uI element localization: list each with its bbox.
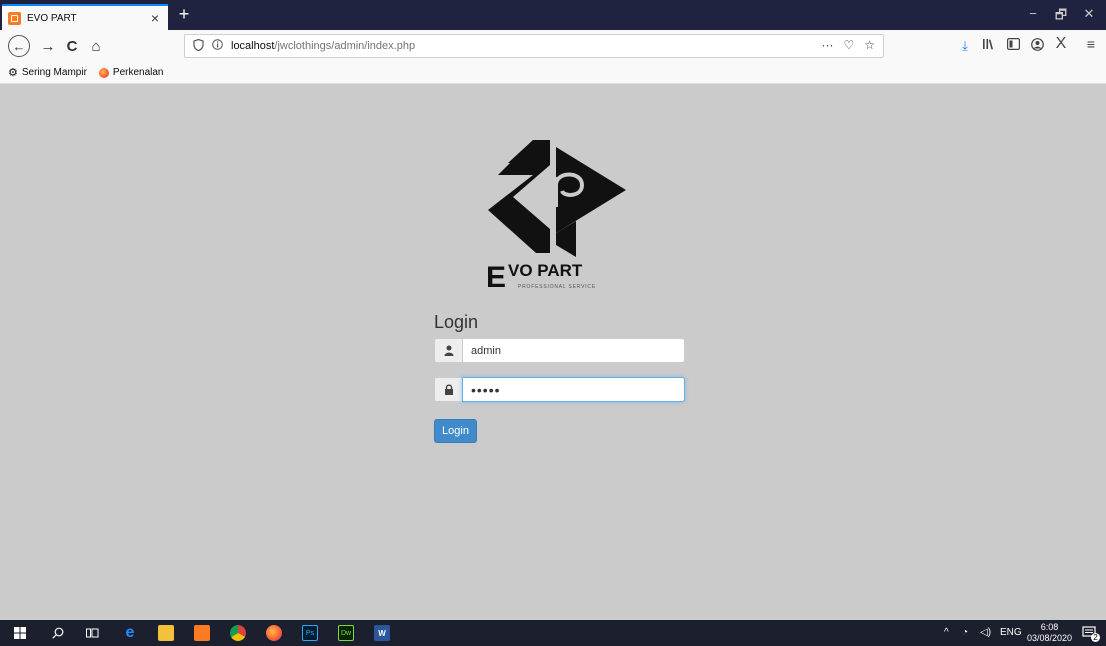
home-button[interactable]: ⌂ [84,35,108,57]
page-content: E VO PART PROFESSIONAL SERVICE Login adm… [0,85,1106,620]
taskbar: e Ps Dw W ^ ◔ ◁) ENG 6:08 03/08/2020 2 [0,620,1106,646]
firefox-icon [98,67,109,78]
photoshop-icon[interactable]: Ps [302,625,318,641]
navigation-bar: ← → C ⌂ localhost/jwclothings/admin/inde… [0,30,1106,62]
url-host: localhost [231,40,275,52]
back-button[interactable]: ← [8,35,30,57]
gear-icon: ⚙ [8,67,18,79]
user-icon [434,338,462,363]
xampp-icon[interactable] [194,625,210,641]
bookmark-sering-mampir[interactable]: ⚙ Sering Mampir [8,66,87,79]
menu-icon[interactable]: ≡ [1082,36,1100,52]
logo-e-letter: E [486,261,506,294]
browser-tab[interactable]: EVO PART × [2,4,168,30]
tab-close-icon[interactable]: × [148,11,162,25]
account-icon[interactable] [1028,38,1046,54]
windows-start-icon[interactable] [12,625,28,641]
forward-button[interactable]: → [36,35,60,57]
download-icon[interactable]: ⤓ [956,38,974,54]
lock-icon [434,377,462,402]
new-tab-button[interactable]: + [176,4,192,24]
tray-chevron-icon[interactable]: ^ [944,627,949,638]
volume-icon[interactable]: ◁) [980,627,991,638]
sidebar-icon[interactable] [1004,38,1022,53]
notification-badge: 2 [1091,633,1100,642]
notification-icon[interactable]: 2 [1082,625,1100,642]
language-indicator[interactable]: ENG [1000,627,1022,638]
bookmarks-toolbar: ⚙ Sering Mampir Perkenalan [0,62,1106,84]
chrome-icon[interactable] [230,625,246,641]
library-icon[interactable] [980,38,998,53]
logo-subtext: PROFESSIONAL SERVICE [518,284,596,290]
username-input[interactable]: admin [462,338,685,363]
close-window-button[interactable]: ✕ [1078,6,1100,22]
password-input[interactable]: ••••• [462,377,685,402]
url-bar[interactable]: localhost/jwclothings/admin/index.php ··… [184,34,884,58]
clock-time: 6:08 [1040,622,1059,632]
evo-part-logo: E VO PART PROFESSIONAL SERVICE [486,140,626,294]
tab-strip: EVO PART × + − 🗗 ✕ [0,0,1106,30]
favicon-icon [8,11,21,25]
bookmark-label: Perkenalan [112,67,164,78]
bookmark-star-icon[interactable]: ☆ [864,38,875,52]
clock[interactable]: 6:08 03/08/2020 [1027,622,1072,644]
extension-icon[interactable]: X [1052,35,1070,53]
firefox-icon[interactable] [266,625,282,641]
info-icon[interactable] [212,39,223,53]
url-path: /jwclothings/admin/index.php [274,40,416,52]
clock-date: 03/08/2020 [1026,633,1072,643]
file-explorer-icon[interactable] [158,625,174,641]
edge-icon[interactable]: e [122,624,138,641]
bookmark-perkenalan[interactable]: Perkenalan [98,67,164,78]
word-icon[interactable]: W [374,625,390,641]
network-icon[interactable]: ◔ [962,627,968,638]
tab-title: EVO PART [27,12,77,24]
restore-button[interactable]: 🗗 [1050,6,1072,28]
username-field-group: admin [434,338,685,363]
task-view-icon[interactable] [84,625,100,641]
reload-button[interactable]: C [60,35,84,57]
bookmark-label: Sering Mampir [21,67,87,78]
shield-icon[interactable] [193,38,204,54]
page-actions-icon[interactable]: ··· [821,38,833,52]
password-field-group: ••••• [434,377,685,402]
logo-wordmark: VO PART [508,261,583,280]
pocket-icon[interactable]: ♡ [843,38,854,52]
search-icon[interactable] [50,625,66,641]
login-button[interactable]: Login [434,419,477,443]
minimize-button[interactable]: − [1022,6,1044,21]
dreamweaver-icon[interactable]: Dw [338,625,354,641]
login-title: Login [434,312,479,332]
